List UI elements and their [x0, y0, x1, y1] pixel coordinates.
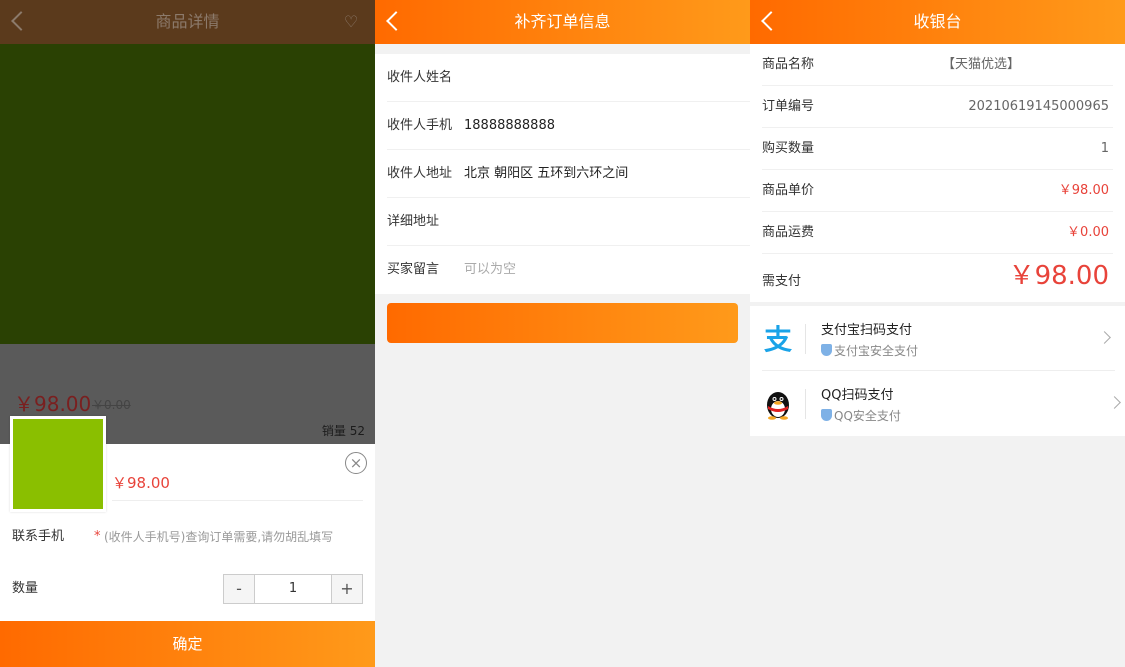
- total-label: 需支付: [762, 274, 802, 289]
- order-number-row: 订单编号 20210619145000965: [762, 86, 1113, 128]
- buyer-message-row: 买家留言 可以为空: [387, 246, 750, 294]
- recipient-address-label: 收件人地址: [387, 166, 453, 181]
- shipping-fee-label: 商品运费: [762, 225, 815, 240]
- product-name-label: 商品名称: [762, 57, 815, 72]
- svg-text:支: 支: [764, 323, 792, 355]
- buyer-message-input[interactable]: 可以为空: [464, 246, 516, 294]
- product-detail-header: 商品详情 ♡: [0, 0, 375, 44]
- qq-penguin-icon: [767, 392, 789, 420]
- recipient-phone-row: 收件人手机 18888888888: [387, 102, 750, 150]
- payment-option-qq[interactable]: QQ扫码支付 QQ安全支付: [762, 371, 1125, 436]
- quantity-label: 购买数量: [762, 141, 815, 156]
- contact-phone-input[interactable]: (收件人手机号)查询订单需要,请勿胡乱填写: [104, 522, 363, 552]
- recipient-name-row: 收件人姓名: [387, 54, 750, 102]
- separator: [805, 324, 806, 354]
- order-info-panel: 补齐订单信息 收件人姓名 收件人手机 18888888888 收件人地址 北京 …: [375, 0, 750, 667]
- product-name-row: 商品名称 【天猫优选】: [762, 44, 1113, 86]
- buyer-message-label: 买家留言: [387, 262, 440, 277]
- chevron-right-icon: [1098, 331, 1111, 344]
- cashier-panel: 收银台 商品名称 【天猫优选】 订单编号 20210619145000965 购…: [750, 0, 1125, 667]
- sales-count: 销量 52: [321, 424, 365, 438]
- payment-subtitle: 支付宝安全支付: [821, 342, 918, 359]
- confirm-button[interactable]: 确定: [0, 621, 375, 667]
- recipient-phone-input[interactable]: 18888888888: [464, 102, 555, 150]
- quantity-value: 1: [1100, 141, 1109, 156]
- page-title: 补齐订单信息: [514, 12, 611, 31]
- payment-subtitle-text: QQ安全支付: [834, 409, 901, 423]
- back-icon[interactable]: [11, 11, 31, 31]
- unit-price-value: ￥98.00: [1058, 183, 1109, 198]
- total-amount: ￥98.00: [1008, 261, 1109, 291]
- quantity-label: 数量: [12, 581, 39, 596]
- recipient-name-label: 收件人姓名: [387, 70, 453, 85]
- detail-address-label: 详细地址: [387, 214, 440, 229]
- close-icon[interactable]: ×: [345, 452, 367, 474]
- payment-subtitle-text: 支付宝安全支付: [834, 344, 919, 358]
- product-price: ￥98.00: [14, 392, 92, 416]
- payment-subtitle: QQ安全支付: [821, 407, 901, 424]
- unit-price-row: 商品单价 ￥98.00: [762, 170, 1113, 212]
- divider: [112, 500, 363, 501]
- quantity-row: 数量 - 1 +: [12, 574, 363, 604]
- order-form: 收件人姓名 收件人手机 18888888888 收件人地址 北京 朝阳区 五环到…: [375, 54, 750, 294]
- unit-price-label: 商品单价: [762, 183, 815, 198]
- back-icon[interactable]: [761, 11, 781, 31]
- decrease-button[interactable]: -: [224, 575, 254, 603]
- alipay-icon: 支: [764, 323, 792, 355]
- recipient-phone-label: 收件人手机: [387, 118, 453, 133]
- order-number-value: 20210619145000965: [968, 99, 1109, 114]
- shipping-fee-value: ￥0.00: [1067, 225, 1109, 240]
- contact-phone-row: 联系手机 * (收件人手机号)查询订单需要,请勿胡乱填写: [12, 522, 363, 552]
- product-image: [0, 44, 375, 344]
- favorite-heart-icon[interactable]: ♡: [343, 14, 359, 30]
- separator: [805, 389, 806, 419]
- chevron-right-icon: [1108, 396, 1121, 409]
- sheet-price: ￥98.00: [112, 474, 170, 492]
- increase-button[interactable]: +: [332, 575, 362, 603]
- quantity-input[interactable]: 1: [254, 575, 332, 603]
- payment-methods: 支 支付宝扫码支付 支付宝安全支付 QQ扫码支付 QQ安全支付: [750, 306, 1125, 436]
- contact-phone-label: 联系手机: [12, 529, 65, 544]
- order-number-label: 订单编号: [762, 99, 815, 114]
- order-info-header: 补齐订单信息: [375, 0, 750, 44]
- payment-title: QQ扫码支付: [821, 388, 894, 403]
- total-row: 需支付 ￥98.00: [762, 254, 1113, 302]
- shipping-fee-row: 商品运费 ￥0.00: [762, 212, 1113, 254]
- back-icon[interactable]: [386, 11, 406, 31]
- page-title: 收银台: [913, 12, 962, 31]
- product-detail-panel: 商品详情 ♡ ￥98.00 ￥0.00 销量 52 ￥98.00 × 联系手机 …: [0, 0, 375, 667]
- page-title: 商品详情: [155, 12, 220, 31]
- submit-order-button[interactable]: [387, 303, 738, 343]
- shield-icon: [821, 409, 832, 421]
- shield-icon: [821, 344, 832, 356]
- detail-address-row: 详细地址: [387, 198, 750, 246]
- original-price: ￥0.00: [92, 398, 131, 412]
- required-mark: *: [94, 529, 101, 544]
- quantity-row: 购买数量 1: [762, 128, 1113, 170]
- recipient-address-select[interactable]: 北京 朝阳区 五环到六环之间: [464, 150, 628, 198]
- product-name-value: 【天猫优选】: [942, 57, 1021, 72]
- product-thumbnail: [10, 416, 106, 512]
- purchase-sheet: ￥98.00 × 联系手机 * (收件人手机号)查询订单需要,请勿胡乱填写 数量…: [0, 416, 375, 667]
- payment-option-alipay[interactable]: 支 支付宝扫码支付 支付宝安全支付: [762, 306, 1115, 371]
- cashier-header: 收银台: [750, 0, 1125, 44]
- order-summary: 商品名称 【天猫优选】 订单编号 20210619145000965 购买数量 …: [750, 44, 1125, 302]
- recipient-address-row: 收件人地址 北京 朝阳区 五环到六环之间: [387, 150, 750, 198]
- payment-title: 支付宝扫码支付: [821, 323, 913, 338]
- quantity-stepper: - 1 +: [223, 574, 363, 604]
